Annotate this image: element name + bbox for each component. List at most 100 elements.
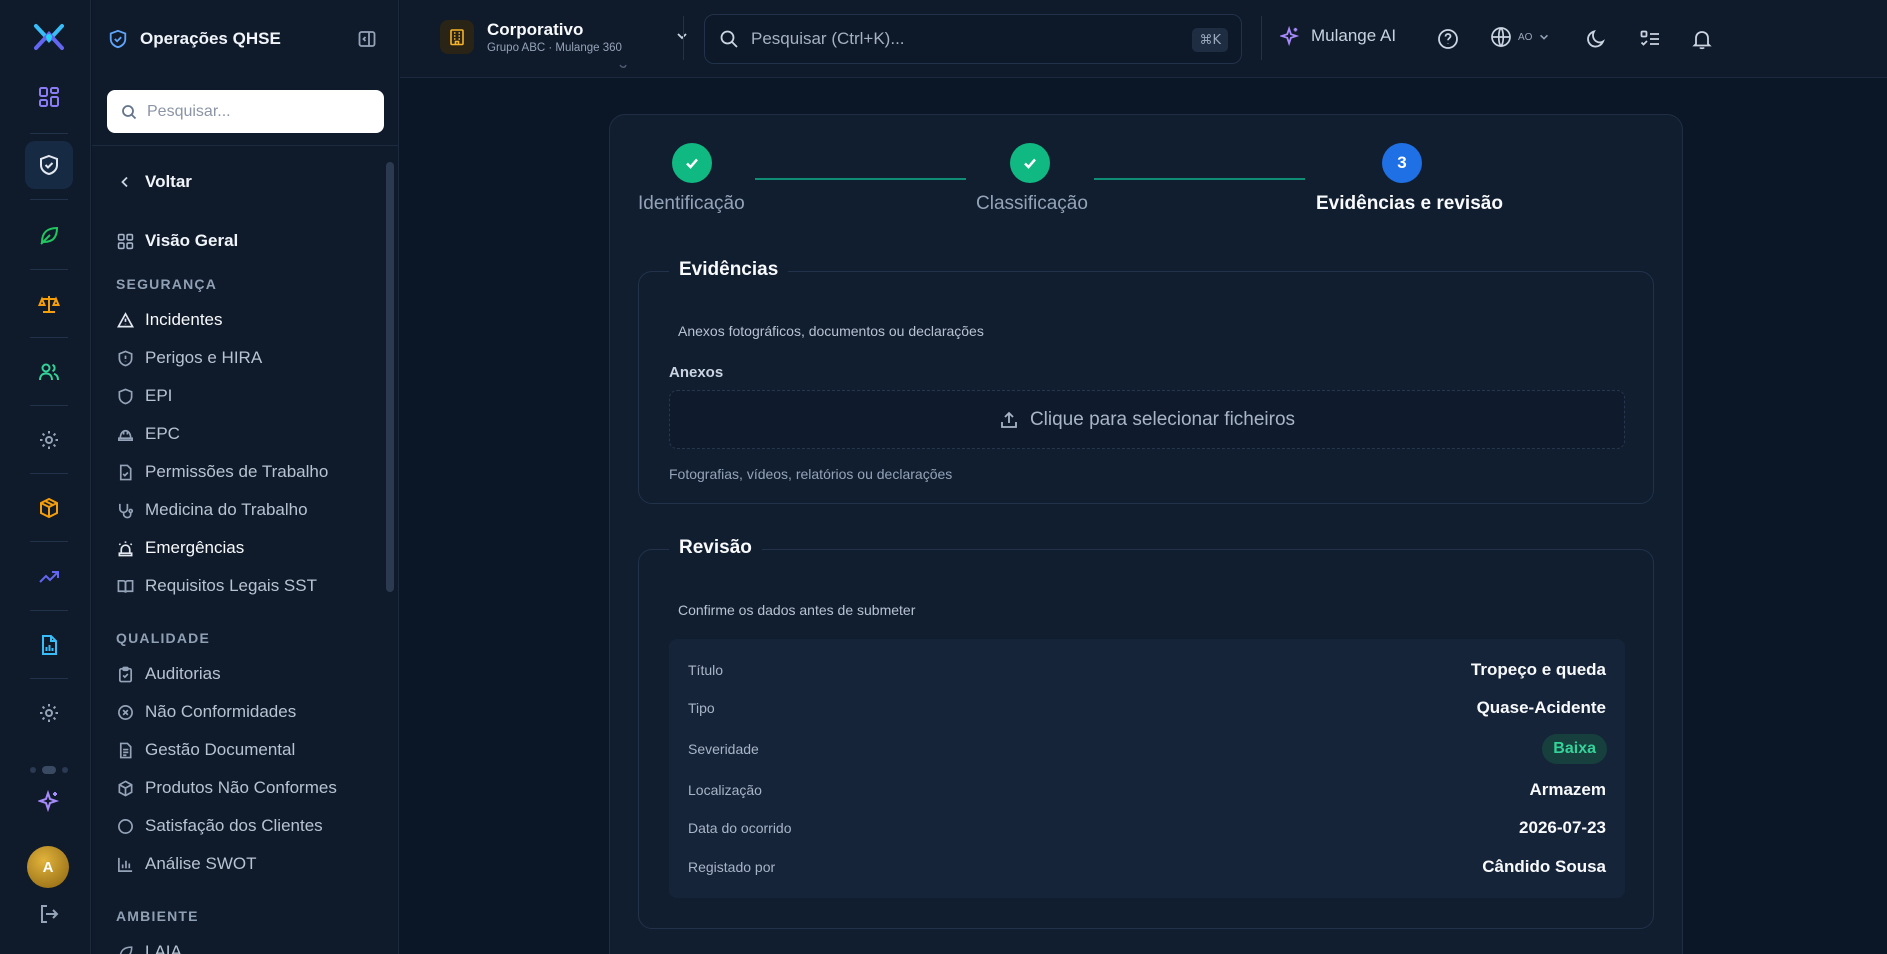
theme-toggle-button[interactable] — [1583, 26, 1609, 52]
help-circle-icon — [1437, 28, 1459, 50]
organization-switcher[interactable]: Corporativo Grupo ABC · Mulange 360 — [440, 20, 687, 54]
sidebar-item-occupational-medicine[interactable]: Medicina do Trabalho — [116, 495, 308, 525]
back-label: Voltar — [145, 172, 192, 191]
sidebar-item-label: Não Conformidades — [145, 702, 297, 721]
review-section: Revisão Confirme os dados antes de subme… — [638, 537, 1654, 929]
evidence-description: Anexos fotográficos, documentos ou decla… — [678, 323, 984, 339]
ai-assistant-button[interactable]: Mulange AI — [1280, 26, 1396, 46]
step-2-indicator[interactable] — [1010, 143, 1050, 183]
rail-dashboard-button[interactable] — [25, 73, 73, 121]
sidebar-item-collective-protection[interactable]: EPC — [116, 419, 180, 449]
rail-legal-button[interactable] — [25, 280, 73, 328]
review-row-value: 2026-07-23 — [1519, 818, 1606, 837]
rail-divider — [30, 337, 68, 338]
leaf-icon — [38, 224, 60, 246]
step-1-indicator[interactable] — [672, 143, 712, 183]
page-title-fragment — [619, 64, 627, 78]
sidebar-item-label: Requisitos Legais SST — [145, 576, 317, 595]
collapse-sidebar-button[interactable] — [357, 29, 377, 49]
sidebar-item-label: Análise SWOT — [145, 854, 257, 873]
search-icon — [121, 104, 137, 120]
sidebar-item-hazards[interactable]: Perigos e HIRA — [116, 343, 262, 373]
step-3-label[interactable]: Evidências e revisão — [1316, 193, 1503, 215]
sidebar-scrollbar[interactable] — [386, 162, 394, 592]
step-3-indicator[interactable]: 3 — [1382, 143, 1422, 183]
rail-analytics-button[interactable] — [25, 553, 73, 601]
sidebar-item-label: Satisfação dos Clientes — [145, 816, 323, 835]
sidebar-item-customer-satisfaction[interactable]: Satisfação dos Clientes — [116, 811, 323, 841]
sidebar-item-emergencies[interactable]: Emergências — [116, 533, 244, 563]
shield-alert-icon — [116, 349, 134, 367]
global-search[interactable]: ⌘K — [704, 14, 1242, 64]
rail-divider — [30, 610, 68, 611]
app-logo-icon[interactable] — [32, 20, 66, 54]
module-sidebar: Operações QHSE Voltar Visão Geral SEGURA… — [92, 0, 399, 954]
tasks-button[interactable] — [1637, 26, 1663, 52]
rail-reports-button[interactable] — [25, 621, 73, 669]
avatar[interactable]: A — [27, 846, 69, 888]
grid-icon — [116, 232, 134, 250]
help-button[interactable] — [1435, 26, 1461, 52]
back-link[interactable]: Voltar — [116, 167, 192, 197]
sidebar-search[interactable] — [107, 90, 384, 133]
package-icon — [116, 779, 134, 797]
sidebar-item-nonconformities[interactable]: Não Conformidades — [116, 697, 296, 727]
step-2-label[interactable]: Classificação — [976, 193, 1088, 215]
sidebar-item-incidents[interactable]: Incidentes — [116, 305, 223, 335]
sidebar-item-nonconforming-products[interactable]: Produtos Não Conformes — [116, 773, 337, 803]
sidebar-item-label: EPC — [145, 424, 180, 443]
grid-icon — [38, 86, 60, 108]
shield-check-icon — [38, 154, 60, 176]
sidebar-item-work-permits[interactable]: Permissões de Trabalho — [116, 457, 328, 487]
file-text-icon — [116, 741, 134, 759]
step-1-label[interactable]: Identificação — [638, 193, 745, 215]
rail-ai-button[interactable] — [25, 777, 73, 825]
sidebar-item-label: Medicina do Trabalho — [145, 500, 308, 519]
x-circle-icon — [116, 703, 134, 721]
sidebar-item-document-management[interactable]: Gestão Documental — [116, 735, 295, 765]
rail-inventory-button[interactable] — [25, 484, 73, 532]
stethoscope-icon — [116, 501, 134, 519]
review-row-label: Data do ocorrido — [688, 820, 792, 836]
sidebar-item-laia[interactable]: LAIA — [116, 937, 182, 954]
review-row-value: Cândido Sousa — [1482, 857, 1606, 876]
sidebar-item-label: LAIA — [145, 942, 182, 954]
attachments-label: Anexos — [669, 364, 724, 381]
alert-triangle-icon — [116, 311, 134, 329]
sidebar-search-input[interactable] — [147, 102, 367, 121]
language-selector[interactable]: AO — [1490, 26, 1550, 48]
rail-admin-settings-button[interactable] — [25, 689, 73, 737]
shield-check-icon — [108, 29, 128, 49]
bar-chart-icon — [116, 855, 134, 873]
notifications-button[interactable] — [1689, 26, 1715, 52]
review-row-label: Localização — [688, 782, 762, 798]
review-summary: Título Tropeço e queda Tipo Quase-Aciden… — [669, 639, 1625, 898]
module-title: Operações QHSE — [140, 29, 281, 48]
review-row-label: Título — [688, 662, 724, 678]
evidence-section: Evidências Anexos fotográficos, document… — [638, 259, 1654, 504]
language-code: AO — [1518, 31, 1533, 43]
hard-hat-icon — [116, 425, 134, 443]
siren-icon — [116, 539, 134, 557]
globe-icon — [1490, 26, 1512, 48]
sidebar-item-ppe[interactable]: EPI — [116, 381, 172, 411]
sidebar-item-overview[interactable]: Visão Geral — [116, 226, 238, 256]
sidebar-item-audits[interactable]: Auditorias — [116, 659, 221, 689]
sidebar-item-label: Perigos e HIRA — [145, 348, 263, 367]
section-heading-security: SEGURANÇA — [116, 276, 218, 292]
sidebar-item-legal-requirements[interactable]: Requisitos Legais SST — [116, 571, 317, 601]
rail-divider — [30, 405, 68, 406]
rail-people-button[interactable] — [25, 348, 73, 396]
rail-settings-button[interactable] — [25, 416, 73, 464]
sidebar-item-label: Gestão Documental — [145, 740, 296, 759]
rail-environment-button[interactable] — [25, 211, 73, 259]
rail-qhse-button[interactable] — [25, 141, 73, 189]
attachments-hint: Fotografias, vídeos, relatórios ou decla… — [669, 466, 953, 482]
logout-button[interactable] — [25, 890, 73, 938]
shield-icon — [116, 387, 134, 405]
chevron-left-icon — [116, 173, 134, 191]
sidebar-item-swot[interactable]: Análise SWOT — [116, 849, 256, 879]
rail-scroll-indicator[interactable] — [29, 764, 69, 776]
file-dropzone[interactable]: Clique para selecionar ficheiros — [669, 390, 1625, 449]
global-search-input[interactable] — [751, 29, 1171, 49]
